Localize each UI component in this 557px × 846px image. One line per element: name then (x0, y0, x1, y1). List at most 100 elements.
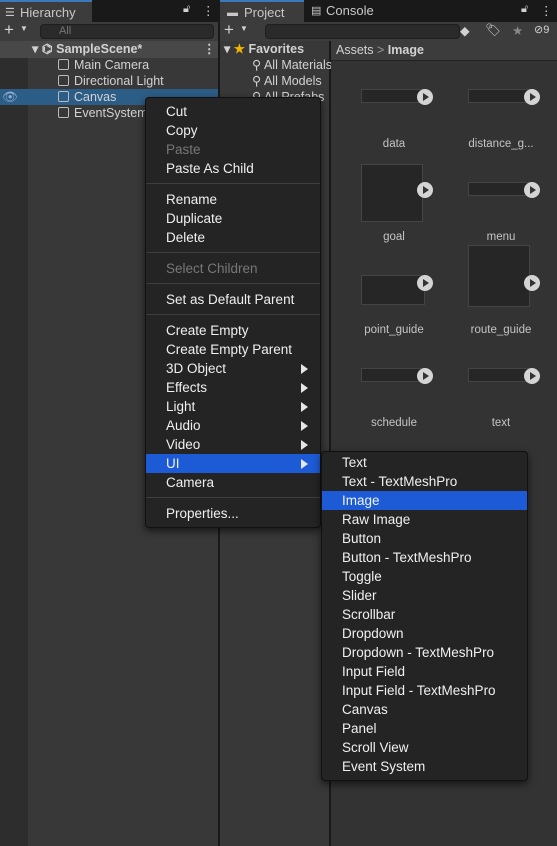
asset-item[interactable]: goal (339, 164, 449, 254)
breadcrumb-item[interactable]: Image (388, 43, 424, 57)
menu-item-set-as-default-parent[interactable]: Set as Default Parent (146, 290, 320, 309)
menu-item-label: Video (166, 437, 201, 452)
play-icon[interactable] (524, 275, 540, 291)
menu-item-create-empty[interactable]: Create Empty (146, 321, 320, 340)
menu-item-label: Set as Default Parent (166, 292, 295, 307)
tab-project[interactable]: ▬ Project (220, 0, 304, 22)
chevron-down-icon[interactable]: ▼ (240, 24, 248, 33)
menu-item-3d-object[interactable]: 3D Object (146, 359, 320, 378)
play-icon[interactable] (417, 275, 433, 291)
type-filter-icon[interactable]: ◆ (460, 23, 470, 38)
submenu-item-dropdown[interactable]: Dropdown (322, 624, 527, 643)
menu-item-video[interactable]: Video (146, 435, 320, 454)
tab-hierarchy[interactable]: ☰ Hierarchy (0, 0, 92, 22)
search-placeholder: All (59, 25, 72, 37)
asset-item[interactable]: text (446, 350, 556, 440)
more-icon[interactable]: ⋮ (202, 3, 215, 18)
menu-item-ui[interactable]: UI (146, 454, 320, 473)
play-icon[interactable] (417, 89, 433, 105)
submenu-item-input-field-textmeshpro[interactable]: Input Field - TextMeshPro (322, 681, 527, 700)
menu-item-select-children: Select Children (146, 259, 320, 278)
asset-item[interactable]: schedule (339, 350, 449, 440)
tab-label: Hierarchy (20, 5, 76, 20)
tree-item[interactable]: EventSystem (58, 105, 148, 121)
submenu-item-image[interactable]: Image (322, 491, 527, 510)
menu-separator (146, 183, 320, 184)
asset-thumbnail (468, 182, 532, 196)
lock-icon[interactable]: 🔓︎ (183, 3, 190, 16)
tree-item[interactable]: Directional Light (58, 73, 164, 89)
hierarchy-search-input[interactable]: All (40, 24, 214, 39)
project-search-input[interactable] (265, 24, 460, 39)
play-icon[interactable] (524, 89, 540, 105)
submenu-item-scroll-view[interactable]: Scroll View (322, 738, 527, 757)
menu-item-camera[interactable]: Camera (146, 473, 320, 492)
hidden-packages-icon[interactable]: ⊘9 (534, 23, 549, 36)
asset-item[interactable]: distance_g... (446, 71, 556, 161)
submenu-item-button[interactable]: Button (322, 529, 527, 548)
eye-icon[interactable]: 👁︎ (2, 89, 18, 105)
submenu-item-event-system[interactable]: Event System (322, 757, 527, 776)
submenu-item-raw-image[interactable]: Raw Image (322, 510, 527, 529)
submenu-item-slider[interactable]: Slider (322, 586, 527, 605)
submenu-item-panel[interactable]: Panel (322, 719, 527, 738)
menu-item-label: Audio (166, 418, 201, 433)
submenu-item-toggle[interactable]: Toggle (322, 567, 527, 586)
asset-thumbnail (468, 245, 530, 307)
add-icon[interactable]: + (4, 20, 14, 40)
submenu-item-text-textmeshpro[interactable]: Text - TextMeshPro (322, 472, 527, 491)
menu-item-create-empty-parent[interactable]: Create Empty Parent (146, 340, 320, 359)
play-icon[interactable] (524, 368, 540, 384)
submenu-arrow-icon (301, 383, 308, 393)
submenu-item-text[interactable]: Text (322, 453, 527, 472)
breadcrumb: Assets > Image (331, 41, 557, 61)
menu-item-cut[interactable]: Cut (146, 102, 320, 121)
menu-item-label: Create Empty Parent (166, 342, 293, 357)
submenu-arrow-icon (301, 364, 308, 374)
chevron-down-icon[interactable]: ▼ (20, 24, 28, 33)
context-menu: Cut Copy Paste Paste As Child Rename Duplicat… (145, 97, 321, 528)
tree-item[interactable]: Main Camera (58, 57, 149, 73)
menu-item-effects[interactable]: Effects (146, 378, 320, 397)
submenu-item-dropdown-textmeshpro[interactable]: Dropdown - TextMeshPro (322, 643, 527, 662)
hierarchy-toolbar: + ▼ All (0, 20, 218, 41)
asset-item[interactable]: point_guide (339, 257, 449, 347)
play-icon[interactable] (417, 182, 433, 198)
menu-item-label: Properties... (166, 506, 239, 521)
play-icon[interactable] (524, 182, 540, 198)
asset-item[interactable]: route_guide (446, 245, 556, 347)
menu-item-audio[interactable]: Audio (146, 416, 320, 435)
submenu-item-canvas[interactable]: Canvas (322, 700, 527, 719)
scene-row[interactable]: ▾ ⌬ SampleScene* ⋮ (0, 41, 218, 58)
lock-icon[interactable]: 🔓︎ (521, 3, 528, 16)
submenu-item-scrollbar[interactable]: Scrollbar (322, 605, 527, 624)
menu-item-duplicate[interactable]: Duplicate (146, 209, 320, 228)
breadcrumb-item[interactable]: Assets (336, 43, 374, 57)
scene-name: SampleScene* (56, 42, 143, 56)
asset-thumbnail (468, 89, 532, 103)
favorite-item[interactable]: ⚲ All Models (252, 73, 322, 89)
play-icon[interactable] (417, 368, 433, 384)
star-icon[interactable]: ★ (512, 23, 523, 38)
submenu-item-button-textmeshpro[interactable]: Button - TextMeshPro (322, 548, 527, 567)
menu-item-light[interactable]: Light (146, 397, 320, 416)
more-icon[interactable]: ⋮ (203, 41, 216, 57)
asset-label: distance_g... (468, 138, 534, 150)
menu-item-paste-as-child[interactable]: Paste As Child (146, 159, 320, 178)
menu-item-delete[interactable]: Delete (146, 228, 320, 247)
project-toolbar: + ▼ ◆ 🏷︎ ★ ⊘9 (220, 20, 557, 41)
add-icon[interactable]: + (224, 20, 234, 40)
menu-item-copy[interactable]: Copy (146, 121, 320, 140)
submenu-item-input-field[interactable]: Input Field (322, 662, 527, 681)
favorite-item[interactable]: ⚲ All Materials (252, 57, 332, 73)
tab-console[interactable]: ▤ Console (306, 0, 396, 22)
asset-item[interactable]: menu (446, 164, 556, 254)
menu-item-rename[interactable]: Rename (146, 190, 320, 209)
asset-item[interactable]: data (339, 71, 449, 161)
asset-label: goal (383, 231, 405, 243)
more-icon[interactable]: ⋮ (540, 3, 553, 18)
favorites-header[interactable]: ▾ ★ Favorites (224, 41, 304, 57)
asset-label: menu (486, 231, 516, 243)
menu-item-properties[interactable]: Properties... (146, 504, 320, 523)
label-filter-icon[interactable]: 🏷︎ (485, 23, 501, 38)
